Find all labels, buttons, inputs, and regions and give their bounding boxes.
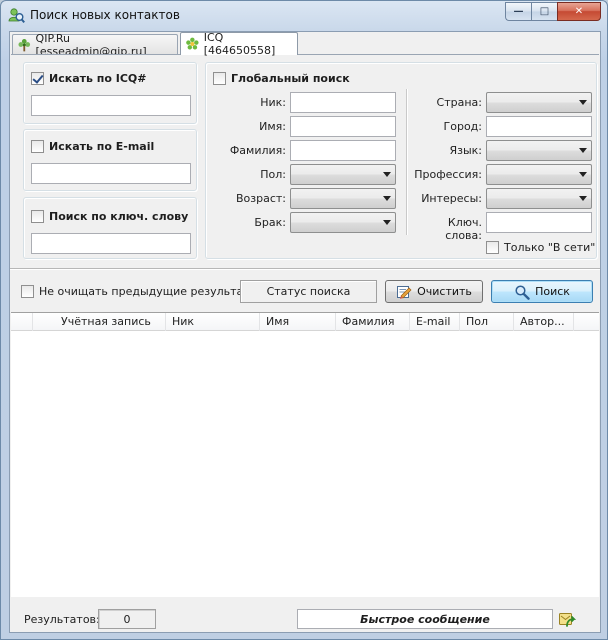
global-search-group: Глобальный поиск Ник: Имя: Фамилия: Пол:… <box>205 62 597 259</box>
nick-label: Ник: <box>260 96 286 109</box>
close-button[interactable]: ✕ <box>557 2 601 21</box>
column-header-status[interactable] <box>11 313 33 331</box>
last-name-input[interactable] <box>290 140 396 161</box>
dropdown-arrow-icon <box>383 172 391 177</box>
global-search-checkbox[interactable]: Глобальный поиск <box>213 72 350 85</box>
gender-label: Пол: <box>260 168 286 181</box>
marital-status-select[interactable] <box>290 212 396 233</box>
country-label: Страна: <box>436 96 482 109</box>
email-group: Искать по E-mail <box>23 129 197 191</box>
window-controls: — □ ✕ <box>505 2 601 21</box>
find-contacts-icon <box>8 8 25 24</box>
icq-flower-icon <box>186 37 199 50</box>
panel-separator <box>10 268 600 270</box>
city-input[interactable] <box>486 116 592 137</box>
search-by-email-label: Искать по E-mail <box>49 140 155 153</box>
dropdown-arrow-icon <box>579 100 587 105</box>
email-input[interactable] <box>31 163 191 184</box>
clear-button-label: Очистить <box>417 285 472 298</box>
results-count-label: Результатов: <box>24 613 100 626</box>
checkbox-box[interactable] <box>31 72 44 85</box>
interests-select[interactable] <box>486 188 592 209</box>
search-by-keyword-checkbox[interactable]: Поиск по ключ. слову <box>31 210 188 223</box>
first-name-input[interactable] <box>290 116 396 137</box>
search-by-icq-label: Искать по ICQ# <box>49 72 147 85</box>
results-table-header: Учётная запись Ник Имя Фамилия E-mail По… <box>11 313 599 331</box>
language-label: Язык: <box>449 144 482 157</box>
maximize-button[interactable]: □ <box>531 2 557 21</box>
dropdown-arrow-icon <box>383 220 391 225</box>
search-by-icq-checkbox[interactable]: Искать по ICQ# <box>31 72 147 85</box>
search-button[interactable]: Поиск <box>491 280 593 303</box>
first-name-label: Имя: <box>259 120 286 133</box>
column-header-first-name[interactable]: Имя <box>260 313 336 331</box>
keyword-input[interactable] <box>31 233 191 254</box>
keywords-label: Ключ. слова: <box>445 216 482 242</box>
country-select[interactable] <box>486 92 592 113</box>
language-select[interactable] <box>486 140 592 161</box>
nick-input[interactable] <box>290 92 396 113</box>
gender-select[interactable] <box>290 164 396 185</box>
tab-qip-ru[interactable]: QIP.Ru [esseadmin@qip.ru] <box>12 32 178 58</box>
search-by-email-checkbox[interactable]: Искать по E-mail <box>31 140 154 153</box>
column-header-last-name[interactable]: Фамилия <box>336 313 410 331</box>
checkbox-box[interactable] <box>31 140 44 153</box>
dropdown-arrow-icon <box>383 196 391 201</box>
search-by-keyword-label: Поиск по ключ. слову <box>49 210 189 223</box>
global-search-label: Глобальный поиск <box>231 72 350 85</box>
online-only-label: Только "В сети" <box>504 241 596 254</box>
city-label: Город: <box>443 120 482 133</box>
checkbox-box[interactable] <box>486 241 499 254</box>
qip-flower-icon <box>18 38 31 51</box>
keep-results-label: Не очищать предыдущие результаты <box>39 285 259 298</box>
search-contacts-window: Поиск новых контактов — □ ✕ QIP.Ru [esse… <box>0 0 608 640</box>
online-only-checkbox[interactable]: Только "В сети" <box>486 241 595 254</box>
icq-search-panel: Искать по ICQ# Искать по E-mail Поиск по… <box>11 54 599 296</box>
dropdown-arrow-icon <box>579 172 587 177</box>
minimize-button[interactable]: — <box>505 2 531 21</box>
checkbox-box[interactable] <box>21 285 34 298</box>
occupation-label: Профессия: <box>414 168 482 181</box>
icq-number-input[interactable] <box>31 95 191 116</box>
interests-label: Интересы: <box>421 192 482 205</box>
window-title: Поиск новых контактов <box>30 8 180 22</box>
dialog-client-area: QIP.Ru [esseadmin@qip.ru] ICQ [464650558… <box>9 31 601 633</box>
magnifier-icon <box>515 284 530 300</box>
search-status: Статус поиска <box>240 280 377 303</box>
marital-status-label: Брак: <box>254 216 286 229</box>
column-header-account[interactable]: Учётная запись <box>33 313 166 331</box>
keep-results-checkbox[interactable]: Не очищать предыдущие результаты <box>21 285 258 298</box>
tab-icq[interactable]: ICQ [464650558] <box>180 31 298 57</box>
dropdown-arrow-icon <box>579 148 587 153</box>
quick-message-send-button[interactable] <box>556 608 578 630</box>
message-send-icon <box>559 613 576 627</box>
last-name-label: Фамилия: <box>229 144 286 157</box>
clear-form-icon <box>397 285 412 299</box>
search-button-label: Поиск <box>535 285 570 298</box>
dropdown-arrow-icon <box>579 196 587 201</box>
tab-label: ICQ [464650558] <box>203 31 276 57</box>
age-label: Возраст: <box>235 192 286 205</box>
results-count-value: 0 <box>98 609 156 629</box>
keyword-group: Поиск по ключ. слову <box>23 197 197 259</box>
column-header-gender[interactable]: Пол <box>460 313 514 331</box>
fields-divider <box>406 89 408 235</box>
clear-button[interactable]: Очистить <box>385 280 483 303</box>
results-table[interactable]: Учётная запись Ник Имя Фамилия E-mail По… <box>11 312 599 597</box>
icq-number-group: Искать по ICQ# <box>23 62 197 124</box>
checkbox-box[interactable] <box>31 210 44 223</box>
checkbox-box[interactable] <box>213 72 226 85</box>
column-header-author[interactable]: Автор... <box>514 313 574 331</box>
age-select[interactable] <box>290 188 396 209</box>
status-bar: Результатов: 0 Быстрое сообщение <box>10 600 600 632</box>
quick-message-input[interactable]: Быстрое сообщение <box>297 609 553 629</box>
occupation-select[interactable] <box>486 164 592 185</box>
column-header-nick[interactable]: Ник <box>166 313 260 331</box>
column-header-email[interactable]: E-mail <box>410 313 460 331</box>
keywords-input[interactable] <box>486 212 592 233</box>
title-bar[interactable]: Поиск новых контактов — □ ✕ <box>1 1 607 29</box>
